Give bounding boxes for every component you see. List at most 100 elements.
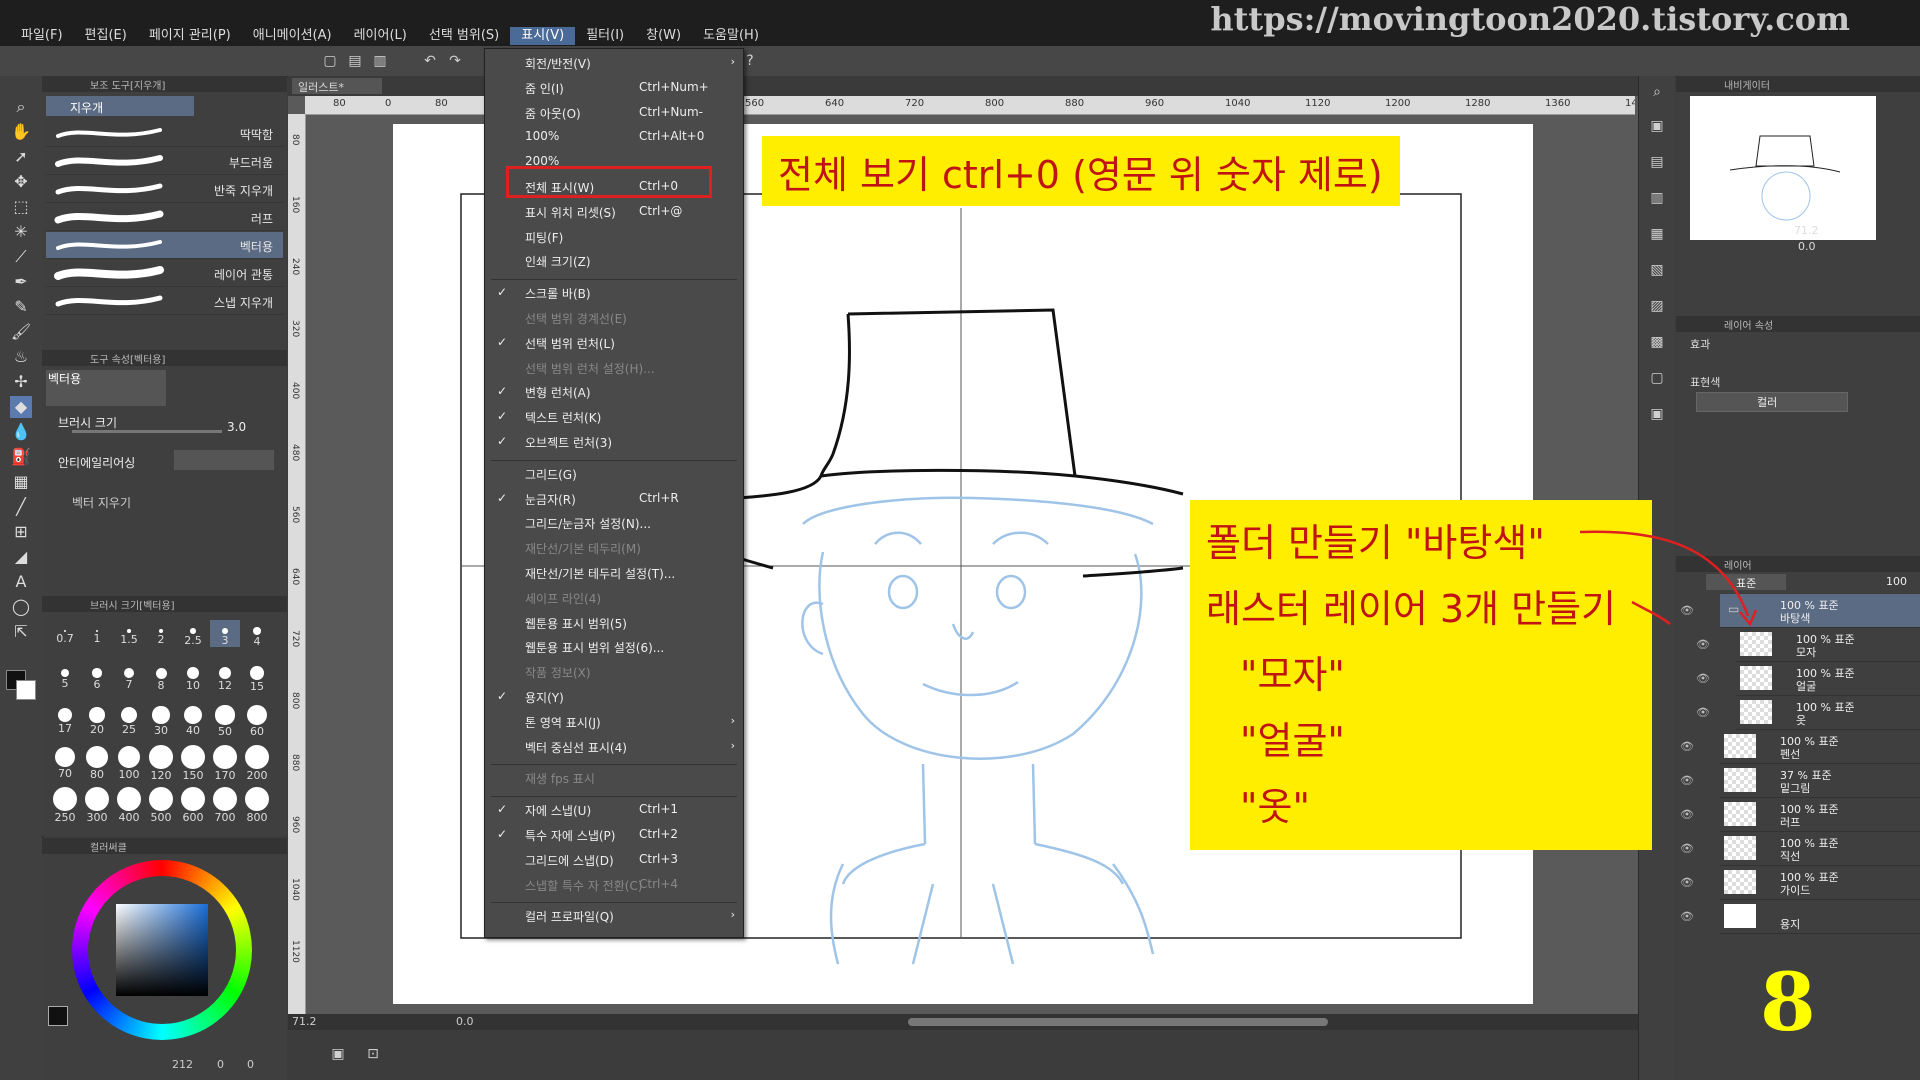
eyedropper-tool-icon[interactable]: ⟋ (10, 246, 32, 268)
eye-icon[interactable]: 👁 (1680, 740, 1694, 753)
hue-ring[interactable] (72, 860, 252, 1040)
layer-row[interactable]: 👁 100 % 표준 가이드 (1680, 866, 1920, 900)
subtool-item[interactable]: 딱딱함 (46, 120, 283, 147)
canvas-tab[interactable]: 일러스트* (292, 78, 382, 94)
brush-size-option[interactable]: 1 (82, 620, 112, 645)
frame-tool-icon[interactable]: ⊞ (10, 521, 32, 543)
view-menu-item[interactable]: 그리드/눈금자 설정(N)... (485, 513, 743, 533)
operation-tool-icon[interactable]: ➚ (10, 146, 32, 168)
current-color-swatch[interactable] (48, 1006, 68, 1026)
brush-size-option[interactable]: 20 (82, 704, 112, 736)
panel-icon[interactable]: ▦ (1647, 224, 1667, 244)
view-menu-item[interactable]: ✓ 용지(Y) (485, 687, 743, 707)
panel-icon[interactable]: ▣ (1647, 404, 1667, 424)
view-menu-item[interactable]: ✓ 자에 스냅(U) Ctrl+1 (485, 800, 743, 820)
view-menu-item[interactable]: 재단선/기본 테두리 설정(T)... (485, 563, 743, 583)
view-menu-item[interactable]: 컬러 프로파일(Q) › (485, 906, 743, 926)
brush-size-option[interactable]: 60 (242, 704, 272, 738)
view-menu-item[interactable]: 피팅(F) (485, 227, 743, 247)
fit-view-icon[interactable]: ▣ (328, 1044, 348, 1064)
eye-icon[interactable]: 👁 (1680, 876, 1694, 889)
horizontal-scrollbar[interactable] (908, 1018, 1328, 1026)
brush-size-option[interactable]: 7 (114, 662, 144, 691)
layer-row[interactable]: 👁 100 % 표준 러프 (1680, 798, 1920, 832)
brush-size-option[interactable]: 170 (210, 745, 240, 782)
saturation-value-square[interactable] (116, 904, 208, 996)
navigator-preview[interactable] (1690, 96, 1876, 240)
layer-row[interactable]: 👁 용지 (1680, 900, 1920, 934)
panel-icon[interactable]: ▨ (1647, 296, 1667, 316)
correct-line-tool-icon[interactable]: ⇱ (10, 621, 32, 643)
view-menu-item[interactable]: ✓ 특수 자에 스냅(P) Ctrl+2 (485, 825, 743, 845)
eraser-tool-icon[interactable]: ◆ (10, 396, 32, 418)
gradient-tool-icon[interactable]: ▦ (10, 471, 32, 493)
menu-item[interactable]: 선택 범위(S) (418, 27, 510, 45)
brush-size-option[interactable]: 120 (146, 745, 176, 782)
brush-size-option[interactable]: 15 (242, 662, 272, 693)
expression-color-select[interactable]: 컬러 (1696, 392, 1848, 412)
panel-icon[interactable]: ▧ (1647, 260, 1667, 280)
brush-size-option[interactable]: 150 (178, 745, 208, 782)
brush-size-option[interactable]: 0.7 (50, 620, 80, 645)
menu-item[interactable]: 창(W) (635, 27, 692, 45)
subtool-item[interactable]: 벡터용 (46, 232, 283, 259)
eye-icon[interactable]: 👁 (1696, 706, 1710, 719)
subtool-group-tab[interactable]: 지우개 (46, 96, 194, 116)
menu-item[interactable]: 애니메이션(A) (242, 27, 343, 45)
brush-size-option[interactable]: 1.5 (114, 620, 144, 646)
view-menu-item[interactable]: 웹툰용 표시 범위(5) (485, 613, 743, 633)
brush-size-option[interactable]: 17 (50, 704, 80, 735)
brush-size-option[interactable]: 40 (178, 704, 208, 737)
airbrush-tool-icon[interactable]: ♨ (10, 346, 32, 368)
brush-size-option[interactable]: 6 (82, 662, 112, 691)
brush-tool-icon[interactable]: 🖌 (10, 321, 32, 343)
angle-readout[interactable]: 0.0 (456, 1015, 474, 1028)
view-menu-item[interactable]: 회전/반전(V) › (485, 53, 743, 73)
view-menu-item[interactable]: 100% Ctrl+Alt+0 (485, 127, 743, 147)
brush-size-option[interactable]: 8 (146, 662, 176, 692)
eye-icon[interactable]: 👁 (1680, 808, 1694, 821)
sub-color-swatch[interactable] (16, 680, 36, 700)
antialias-selector[interactable] (174, 450, 274, 470)
view-menu-item[interactable]: ✓ 텍스트 런처(K) (485, 407, 743, 427)
panel-icon[interactable]: ▥ (1647, 188, 1667, 208)
view-menu-item[interactable]: 그리드(G) (485, 464, 743, 484)
eye-icon[interactable]: 👁 (1680, 774, 1694, 787)
balloon-tool-icon[interactable]: ◯ (10, 596, 32, 618)
menu-item[interactable]: 페이지 관리(P) (138, 27, 242, 45)
view-menu-item[interactable]: ✓ 오브젝트 런처(3) (485, 432, 743, 452)
brush-size-option[interactable]: 25 (114, 704, 144, 736)
brush-size-option[interactable]: 600 (178, 787, 208, 824)
layer-row[interactable]: 👁 100 % 표준 얼굴 (1696, 662, 1920, 696)
brush-size-option[interactable]: 500 (146, 787, 176, 824)
text-tool-icon[interactable]: A (10, 571, 32, 593)
menu-item[interactable]: 파일(F) (10, 27, 74, 45)
view-menu-item[interactable]: 그리드에 스냅(D) Ctrl+3 (485, 850, 743, 870)
brush-size-option[interactable]: 10 (178, 662, 208, 692)
view-menu-item[interactable]: 표시 위치 리셋(S) Ctrl+@ (485, 202, 743, 222)
brush-size-option[interactable]: 50 (210, 704, 240, 738)
navigator-angle[interactable]: 0.0 (1798, 240, 1816, 253)
eye-icon[interactable]: 👁 (1680, 842, 1694, 855)
subtool-item[interactable]: 레이어 관통 (46, 260, 283, 287)
ruler-tool-icon[interactable]: ◢ (10, 546, 32, 568)
search-icon[interactable]: ⌕ (1647, 82, 1667, 102)
subtool-item[interactable]: 스냅 지우개 (46, 288, 283, 315)
blend-tool-icon[interactable]: 💧 (10, 421, 32, 443)
layer-opacity[interactable]: 100 (1886, 575, 1907, 588)
view-menu-item[interactable]: 톤 영역 표시(J) › (485, 712, 743, 732)
figure-tool-icon[interactable]: ╱ (10, 496, 32, 518)
view-menu-item[interactable]: 줌 인(I) Ctrl+Num+ (485, 78, 743, 98)
navigator-zoom[interactable]: 71.2 (1794, 224, 1819, 237)
zoom-tool-icon[interactable]: ⌕ (10, 96, 32, 118)
view-menu-item[interactable]: ✓ 눈금자(R) Ctrl+R (485, 489, 743, 509)
eye-icon[interactable]: 👁 (1696, 672, 1710, 685)
brush-size-option[interactable]: 300 (82, 787, 112, 824)
brush-size-option[interactable]: 250 (50, 787, 80, 824)
brush-size-option[interactable]: 400 (114, 787, 144, 824)
panel-icon[interactable]: ▩ (1647, 332, 1667, 352)
brush-size-option[interactable]: 700 (210, 787, 240, 824)
view-menu-item[interactable]: ✓ 변형 런처(A) (485, 382, 743, 402)
brush-size-option[interactable]: 5 (50, 662, 80, 690)
new-file-icon[interactable]: ▢ (320, 51, 340, 71)
